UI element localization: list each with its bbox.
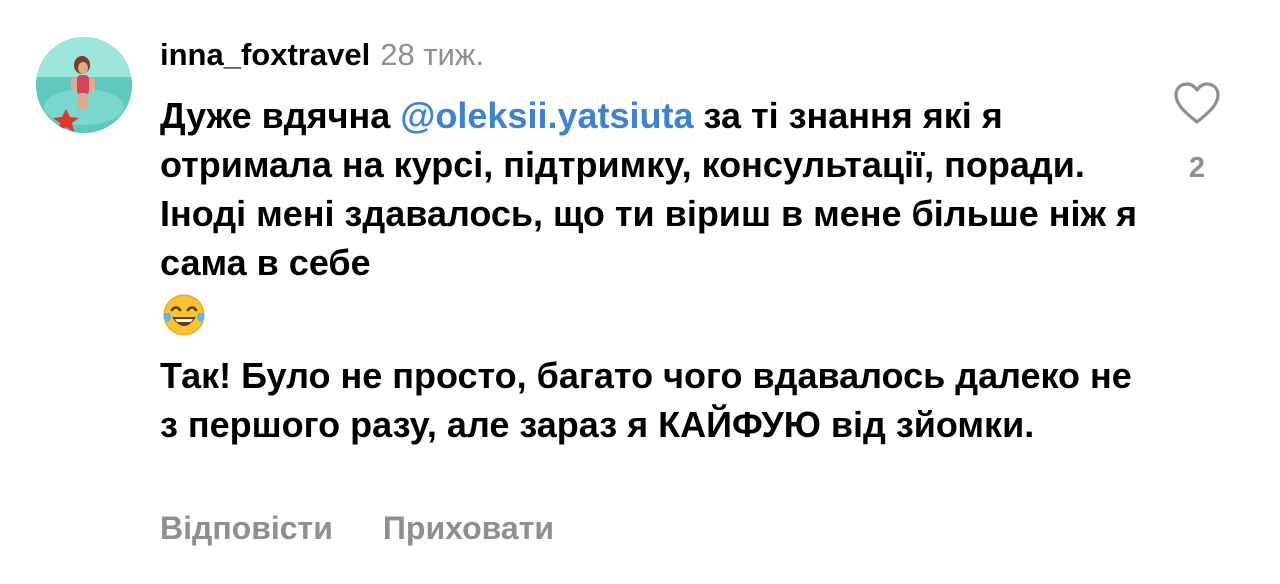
timestamp: 28 тиж. [380,37,485,72]
comment-actions: Відповісти Приховати [160,508,554,548]
mention-link[interactable]: @oleksii.yatsiuta [400,95,693,136]
comment-paragraph-2: Так! Було не просто, багато чого вдавало… [160,355,1132,446]
username[interactable]: inna_foxtravel [160,37,370,72]
heart-outline-icon [1174,82,1220,124]
like-count: 2 [1188,152,1206,184]
hide-button[interactable]: Приховати [383,510,554,546]
like-button[interactable] [1172,80,1222,126]
comment-paragraph-1: Дуже вдячна @oleksii.yatsiuta за ті знан… [160,91,1140,339]
comment-text-part: Дуже вдячна [160,95,401,136]
reply-button[interactable]: Відповісти [160,510,333,546]
avatar[interactable] [36,37,132,133]
comment-text: Дуже вдячна @oleksii.yatsiuta за ті знан… [160,91,1140,449]
comment-header: inna_foxtravel 28 тиж. [160,36,484,74]
face-with-tears-of-joy-icon [160,291,208,339]
avatar-photo [36,37,132,133]
